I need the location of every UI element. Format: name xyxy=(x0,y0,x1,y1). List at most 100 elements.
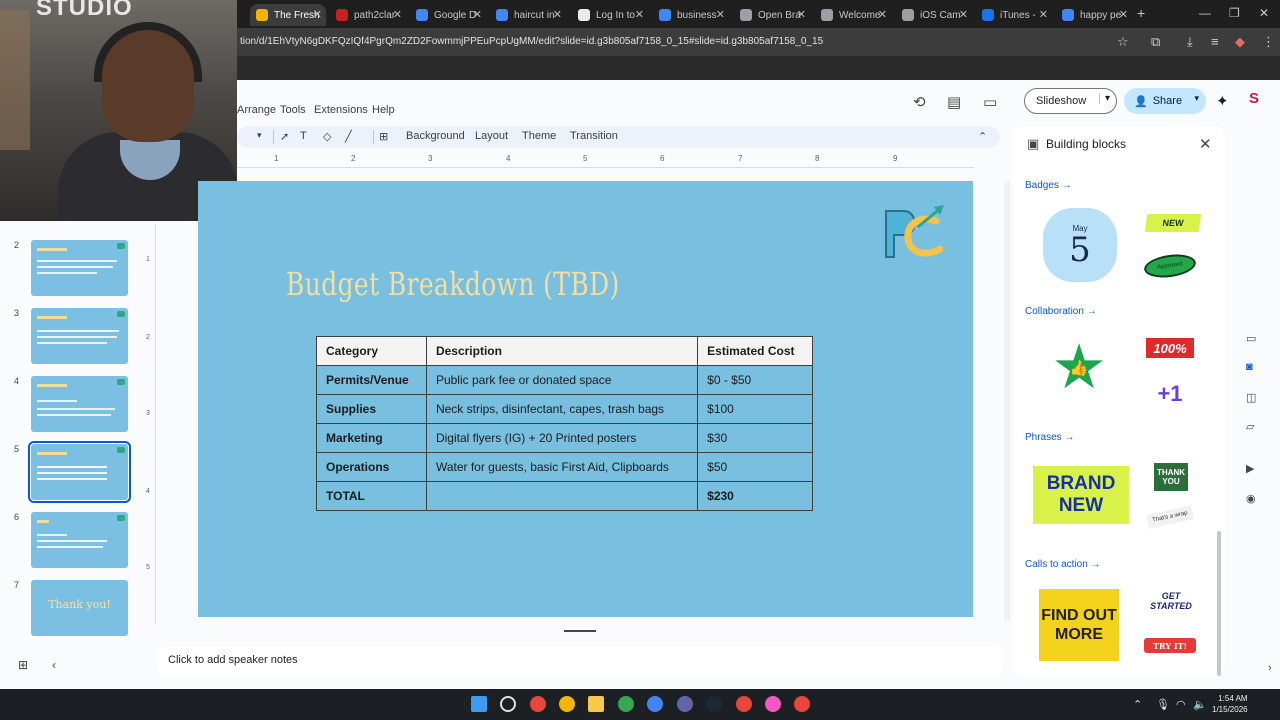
chrome-icon[interactable] xyxy=(647,696,663,712)
slide-thumbnail-5[interactable] xyxy=(28,441,131,503)
chevron-down-icon[interactable]: ▾ xyxy=(1098,93,1110,104)
building-blocks-rail-icon[interactable]: ◙ xyxy=(1246,361,1253,373)
chrome-icon[interactable] xyxy=(530,696,546,712)
table-cell[interactable]: $100 xyxy=(697,394,813,424)
budget-table[interactable]: Category Description Estimated Cost Perm… xyxy=(316,336,813,511)
close-icon[interactable]: ✕ xyxy=(1119,8,1128,21)
may-5-badge[interactable]: May 5 xyxy=(1043,208,1117,282)
100-percent-badge[interactable]: 100% xyxy=(1146,338,1194,358)
itunes-icon[interactable] xyxy=(765,696,781,712)
restore-icon[interactable]: ❐ xyxy=(1229,6,1240,20)
get-started-cta[interactable]: GET STARTED xyxy=(1143,591,1199,611)
table-cell[interactable]: Permits/Venue xyxy=(316,365,427,395)
new-tab-icon[interactable]: + xyxy=(1137,5,1145,21)
tab-happy[interactable]: happy pe ✕ xyxy=(1056,4,1132,26)
background-button[interactable]: Background xyxy=(406,130,465,142)
select-icon[interactable]: ➚ xyxy=(280,130,289,143)
table-cell[interactable]: $30 xyxy=(697,423,813,453)
close-icon[interactable]: ✕ xyxy=(1199,135,1212,153)
slide-thumbnail-7[interactable]: Thank you! xyxy=(31,580,128,636)
section-phrases-link[interactable]: Phrases → xyxy=(1025,432,1074,443)
new-badge[interactable]: NEW xyxy=(1144,214,1202,232)
close-icon[interactable]: ✕ xyxy=(797,8,806,21)
star-icon[interactable]: ☆ xyxy=(1117,34,1129,50)
download-icon[interactable]: ⤓ xyxy=(1187,34,1193,50)
more-icon[interactable]: ⋮ xyxy=(1262,34,1275,50)
theme-button[interactable]: Theme xyxy=(522,130,556,142)
video-call-icon[interactable]: ▭ xyxy=(983,93,997,111)
table-cell[interactable]: Marketing xyxy=(316,423,427,453)
table-cell[interactable]: Digital flyers (IG) + 20 Printed posters xyxy=(425,423,699,453)
tab-welcome[interactable]: Welcome ✕ xyxy=(815,4,891,26)
section-badges-link[interactable]: Badges → xyxy=(1025,180,1072,191)
layout-button[interactable]: Layout xyxy=(475,130,508,142)
table-cell[interactable]: Water for guests, basic First Aid, Clipb… xyxy=(425,452,699,482)
grid-view-icon[interactable]: ⊞ xyxy=(18,658,28,672)
canvas-scrollbar[interactable] xyxy=(1004,181,1010,621)
table-cell[interactable]: TOTAL xyxy=(316,481,427,511)
menu-help[interactable]: Help xyxy=(372,104,395,116)
wifi-icon[interactable]: ◠ xyxy=(1176,698,1186,711)
screen-share-icon[interactable]: ⧉ xyxy=(1151,34,1160,50)
table-cell[interactable]: Public park fee or donated space xyxy=(425,365,699,395)
youtube-icon[interactable]: ▶ xyxy=(1246,462,1254,475)
microphone-icon[interactable]: 🎙 xyxy=(1156,698,1170,711)
find-out-more-cta[interactable]: FIND OUT MORE xyxy=(1039,589,1119,661)
slide-canvas[interactable]: Budget Breakdown (TBD) Category Descript… xyxy=(198,181,973,617)
collapse-icon[interactable]: ⌃ xyxy=(978,130,987,143)
menu-arrange[interactable]: Arrange xyxy=(237,104,276,116)
collapse-panel-icon[interactable]: ‹ xyxy=(52,658,56,672)
tab-log-in[interactable]: Log In to ✕ xyxy=(572,4,648,26)
speaker-icon[interactable]: 🔈 xyxy=(1193,698,1207,711)
try-it-cta[interactable]: TRY IT! xyxy=(1144,638,1196,653)
speaker-notes[interactable]: Click to add speaker notes xyxy=(158,646,1003,677)
windows-start-icon[interactable] xyxy=(471,696,487,712)
tab-haircut[interactable]: haircut in ✕ xyxy=(490,4,566,26)
slideshow-button[interactable]: Slideshow ▾ xyxy=(1024,88,1117,114)
minimize-icon[interactable]: — xyxy=(1199,6,1211,20)
table-header[interactable]: Category xyxy=(316,336,427,366)
discord-icon[interactable] xyxy=(677,696,693,712)
transition-button[interactable]: Transition xyxy=(570,130,618,142)
close-icon[interactable]: ✕ xyxy=(393,8,402,21)
close-window-icon[interactable]: ✕ xyxy=(1259,6,1269,20)
chevron-up-icon[interactable]: ⌃ xyxy=(1133,698,1142,711)
table-cell[interactable]: $50 xyxy=(697,452,813,482)
chevron-right-icon[interactable]: › xyxy=(1268,662,1272,674)
chevron-down-icon[interactable]: ▾ xyxy=(257,130,262,141)
extension-icon[interactable]: ◆ xyxy=(1235,34,1245,50)
gemini-icon[interactable]: ✦ xyxy=(1216,92,1229,110)
close-icon[interactable]: ✕ xyxy=(959,8,968,21)
comment-add-icon[interactable]: ⊞ xyxy=(379,130,388,143)
table-cell[interactable]: $0 - $50 xyxy=(697,365,813,395)
panel-scrollbar[interactable] xyxy=(1217,531,1221,676)
table-cell[interactable] xyxy=(425,481,699,511)
table-cell[interactable]: Operations xyxy=(316,452,427,482)
tab-the-fresh[interactable]: The Fresh ✕ xyxy=(250,4,326,26)
section-cta-link[interactable]: Calls to action → xyxy=(1025,559,1101,570)
chrome-icon[interactable] xyxy=(794,696,810,712)
tasks-icon[interactable]: ◫ xyxy=(1246,391,1256,404)
menu-extensions[interactable]: Extensions xyxy=(314,104,368,116)
slide-thumbnail-2[interactable] xyxy=(31,240,128,296)
extension-s-icon[interactable]: S xyxy=(1249,90,1259,107)
tab-business[interactable]: business ✕ xyxy=(653,4,729,26)
notes-resize-handle[interactable] xyxy=(564,630,596,632)
share-button[interactable]: 👤 Share ▾ xyxy=(1124,88,1206,114)
table-header[interactable]: Estimated Cost xyxy=(697,336,813,366)
approved-badge[interactable]: Approved xyxy=(1142,251,1198,281)
tab-google-d[interactable]: Google D ✕ xyxy=(410,4,486,26)
close-icon[interactable]: ✕ xyxy=(313,8,322,21)
tab-open-bra[interactable]: Open Bra ✕ xyxy=(734,4,810,26)
slide-title[interactable]: Budget Breakdown (TBD) xyxy=(286,265,620,303)
shape-icon[interactable]: ◇ xyxy=(323,130,331,143)
thank-you-phrase[interactable]: THANK YOU xyxy=(1154,463,1188,491)
table-header[interactable]: Description xyxy=(425,336,699,366)
tab-ios-cam[interactable]: iOS Cam ✕ xyxy=(896,4,972,26)
chrome-icon[interactable] xyxy=(618,696,634,712)
close-icon[interactable]: ✕ xyxy=(473,8,482,21)
keep-icon[interactable]: ▭ xyxy=(1246,332,1256,345)
slide-thumbnail-3[interactable] xyxy=(31,308,128,364)
line-icon[interactable]: ╱ xyxy=(345,130,352,143)
chrome-icon[interactable] xyxy=(736,696,752,712)
